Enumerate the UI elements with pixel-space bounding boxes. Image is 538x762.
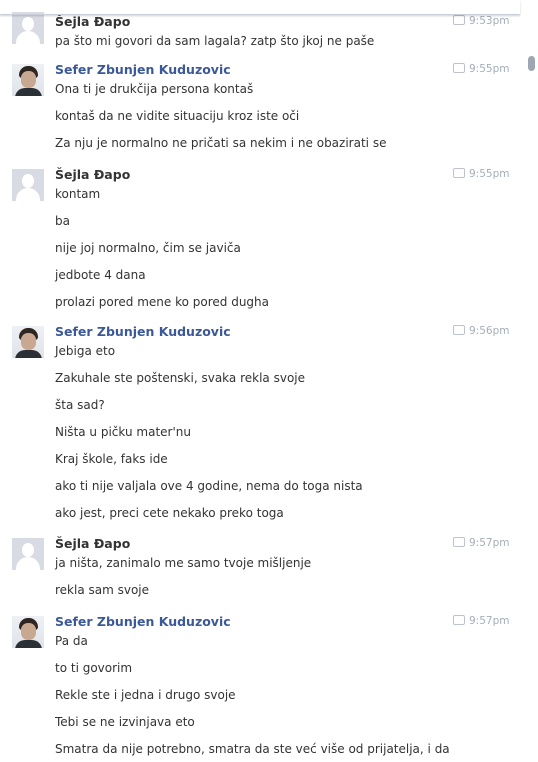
sender-name[interactable]: Sefer Zbunjen Kuduzovic — [55, 324, 231, 339]
sender-name[interactable]: Šejla Đapo — [55, 167, 130, 182]
message-text: Ništa u pičku mater'nu — [55, 425, 191, 439]
message-bubble-icon — [453, 168, 465, 178]
message-text: rekla sam svoje — [55, 583, 150, 597]
message-text: Jebiga eto — [55, 344, 116, 358]
message-bubble-icon — [453, 537, 465, 547]
sender-name[interactable]: Šejla Đapo — [55, 14, 130, 29]
message-bubble-icon — [453, 325, 465, 335]
message-bubble-icon — [453, 615, 465, 625]
message-text: šta sad? — [55, 398, 105, 412]
message-text: Ona ti je drukčija persona kontaš — [55, 82, 254, 96]
message-text: Tebi se ne izvinjava eto — [55, 715, 195, 729]
timestamp: 9:53pm — [453, 15, 509, 27]
message-text: Kraj škole, faks ide — [55, 452, 168, 466]
message-bubble-icon — [453, 63, 465, 73]
default-avatar-icon[interactable] — [12, 169, 44, 201]
message-text: pa što mi govori da sam lagala? zatp što… — [55, 34, 375, 48]
message-text: Za nju je normalno ne pričati sa nekim i… — [55, 136, 387, 150]
scrollbar-thumb[interactable] — [528, 56, 535, 71]
message-text: kontam — [55, 187, 101, 201]
timestamp: 9:56pm — [453, 325, 509, 337]
avatar[interactable] — [12, 326, 44, 358]
timestamp: 9:57pm — [453, 615, 509, 627]
sender-name[interactable]: Sefer Zbunjen Kuduzovic — [55, 62, 231, 77]
timestamp-text: 9:57pm — [469, 537, 510, 549]
avatar[interactable] — [12, 64, 44, 96]
message-text: kontaš da ne vidite situaciju kroz iste … — [55, 109, 300, 123]
message-text: Pa da — [55, 634, 88, 648]
message-text: Rekle ste i jedna i drugo svoje — [55, 688, 236, 702]
sender-name[interactable]: Šejla Đapo — [55, 536, 130, 551]
chat-conversation: Šejla Đapo 9:53pm pa što mi govori da sam … — [0, 0, 538, 762]
sender-name[interactable]: Sefer Zbunjen Kuduzovic — [55, 614, 231, 629]
message-text: Smatra da nije potrebno, smatra da ste v… — [55, 742, 450, 756]
timestamp: 9:55pm — [453, 63, 509, 75]
timestamp: 9:55pm — [453, 168, 509, 180]
message-text: jedbote 4 dana — [55, 268, 146, 282]
message-text: prolazi pored mene ko pored dugha — [55, 295, 270, 309]
default-avatar-icon[interactable] — [12, 538, 44, 570]
default-avatar-icon[interactable] — [12, 12, 44, 44]
timestamp-text: 9:55pm — [469, 63, 510, 75]
timestamp: 9:57pm — [453, 537, 509, 549]
header-divider — [0, 0, 520, 15]
message-text: ba — [55, 214, 70, 228]
avatar[interactable] — [12, 616, 44, 648]
timestamp-text: 9:56pm — [469, 325, 510, 337]
message-text: ja ništa, zanimalo me samo tvoje mišljen… — [55, 556, 312, 570]
message-text: Zakuhale ste poštenski, svaka rekla svoj… — [55, 371, 306, 385]
message-bubble-icon — [453, 15, 465, 25]
timestamp-text: 9:53pm — [469, 15, 510, 27]
timestamp-text: 9:55pm — [469, 168, 510, 180]
message-text: ako ti nije valjala ove 4 godine, nema d… — [55, 479, 363, 493]
message-text: nije joj normalno, čim se javiča — [55, 241, 241, 255]
message-text: to ti govorim — [55, 661, 133, 675]
message-text: ako jest, preci cete nekako preko toga — [55, 506, 284, 520]
timestamp-text: 9:57pm — [469, 615, 510, 627]
